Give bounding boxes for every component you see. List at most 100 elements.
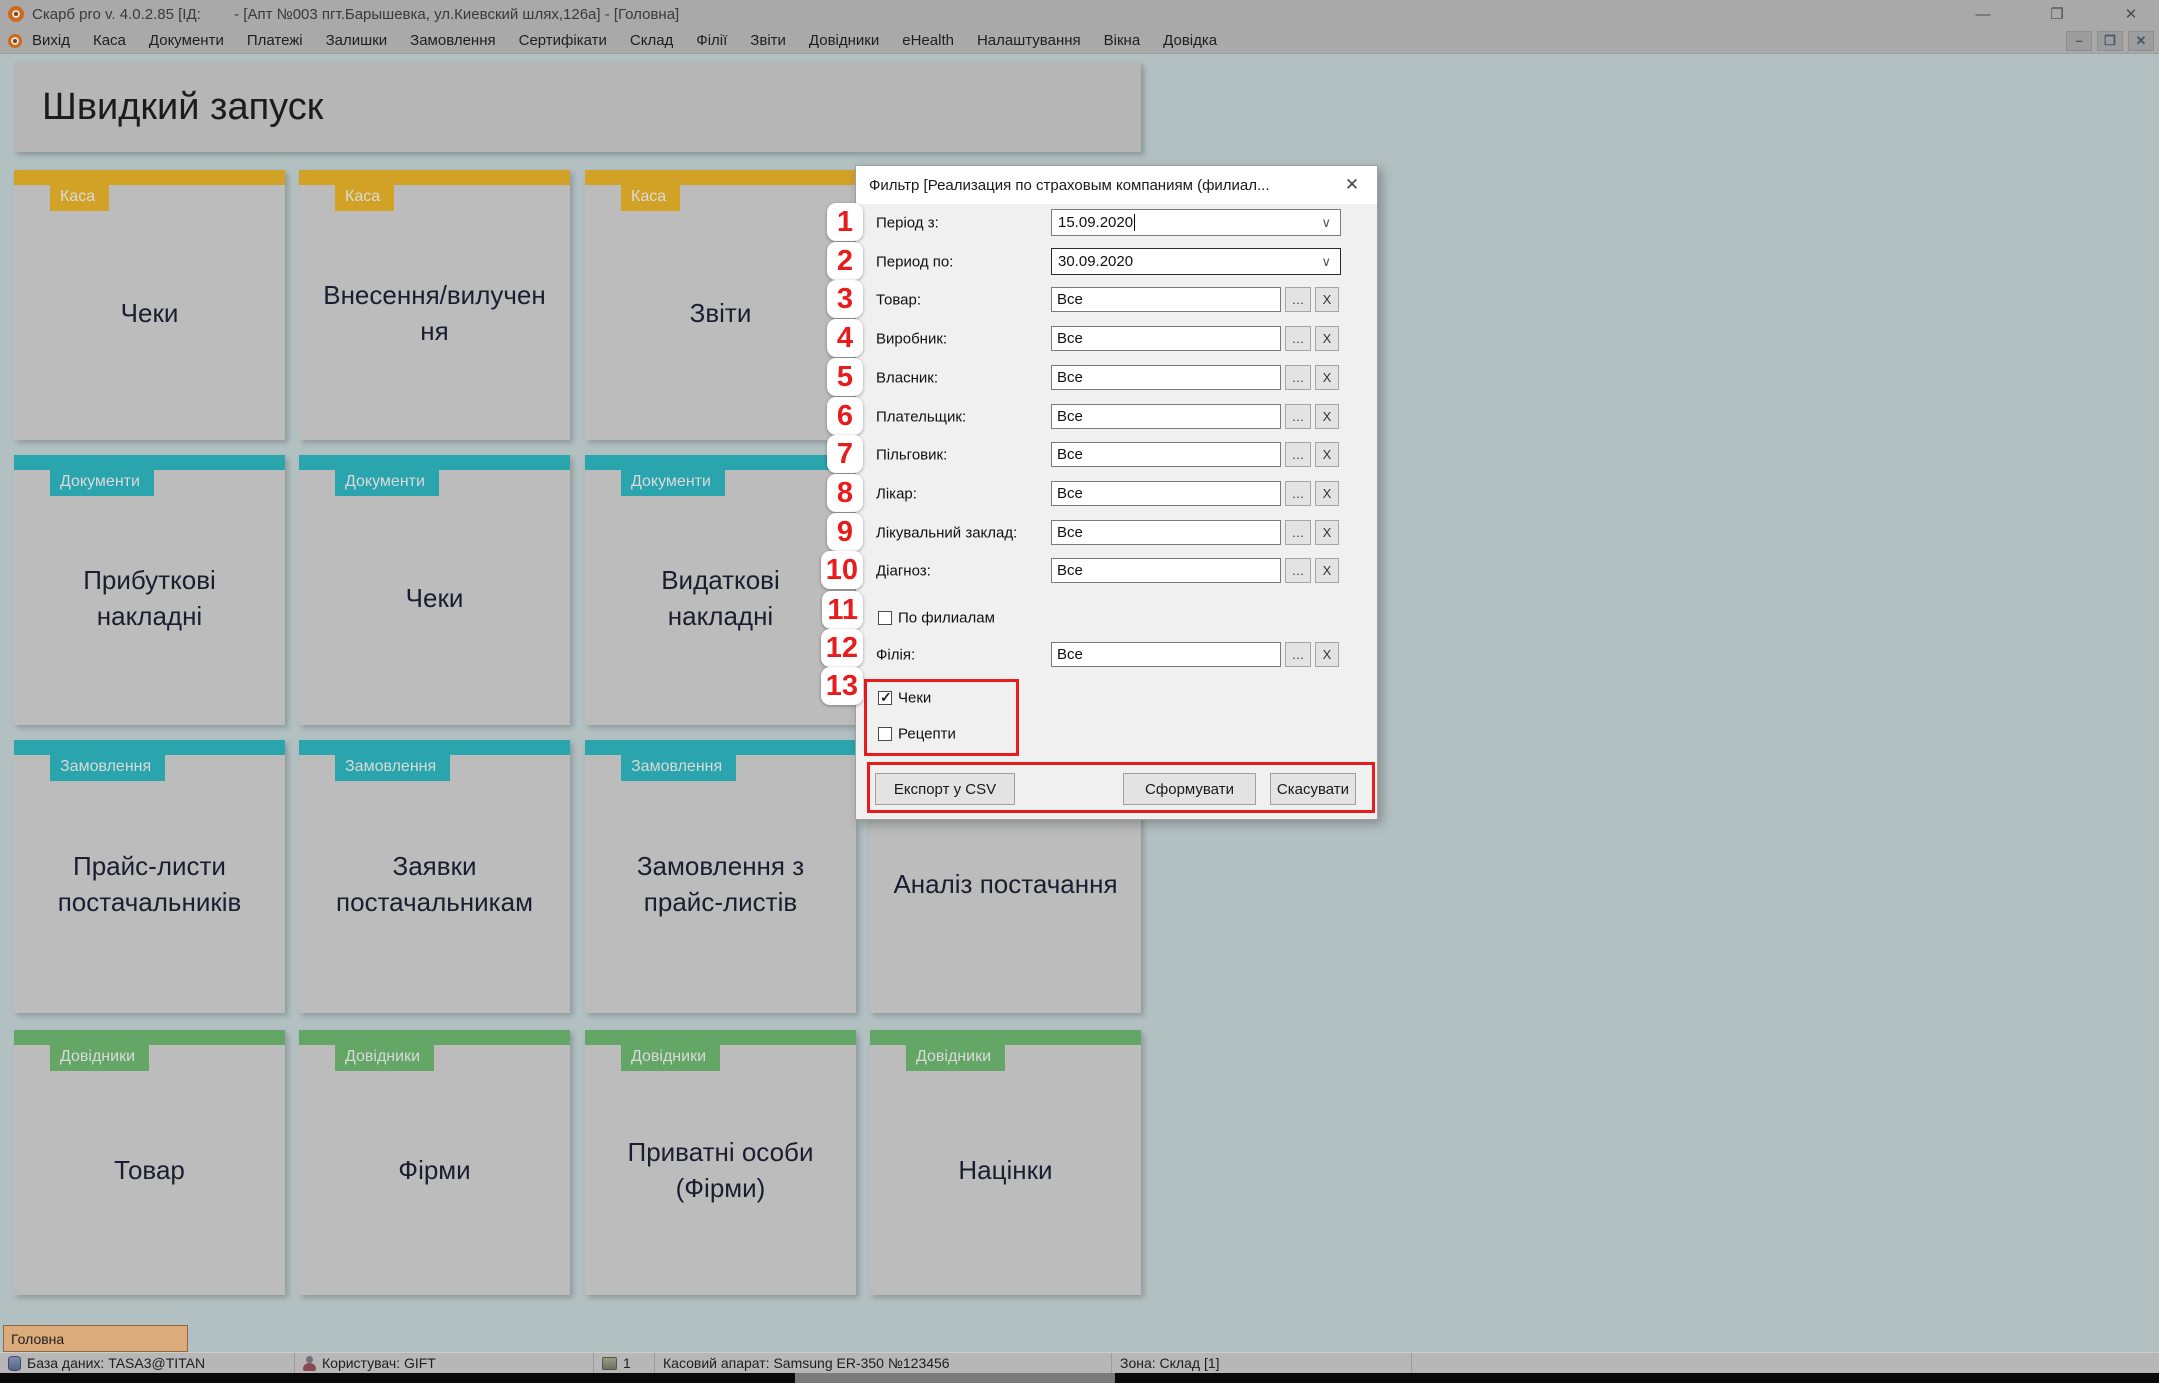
menu-item-8[interactable]: Склад [630, 32, 673, 49]
dialog-close-icon[interactable]: ✕ [1339, 174, 1365, 196]
lookup-input[interactable] [1051, 365, 1281, 390]
status-bar: База даних: TASA3@TITAN Користувач: GIFT1… [0, 1352, 2159, 1373]
minimize-button[interactable]: — [1969, 6, 1997, 23]
tile-title: Заявки постачальникам [299, 755, 570, 1013]
tile-13[interactable]: ДовідникиПриватні особи (Фірми) [585, 1030, 856, 1295]
status-section-2: Користувач: GIFT [295, 1353, 594, 1373]
lookup-clear-button[interactable]: X [1315, 642, 1339, 667]
annotation-number-11: 11 [822, 591, 863, 629]
lookup-input[interactable] [1051, 442, 1281, 467]
status-section-4: Касовий апарат: Samsung ER-350 №123456 [655, 1353, 1112, 1373]
tile-category-bar [14, 1030, 285, 1045]
tile-7[interactable]: ЗамовленняПрайс-листи постачальників [14, 740, 285, 1013]
chevron-down-icon[interactable]: ∨ [1321, 215, 1331, 231]
window-controls: — ❐ ✕ [1969, 0, 2145, 28]
tile-2[interactable]: КасаВнесення/вилучен ня [299, 170, 570, 440]
tile-category-bar [870, 1030, 1141, 1045]
date-combo[interactable]: 30.09.2020 ∨ [1051, 248, 1341, 275]
lookup-input[interactable] [1051, 481, 1281, 506]
menu-item-12[interactable]: eHealth [902, 32, 954, 49]
tile-title: Чеки [14, 185, 285, 440]
app-window: { "window": { "title": "Скарб pro v. 4.0… [0, 0, 2159, 1383]
menu-item-3[interactable]: Документи [149, 32, 224, 49]
annotation-number-1: 1 [827, 203, 863, 241]
lookup-input[interactable] [1051, 520, 1281, 545]
tile-3[interactable]: КасаЗвіти [585, 170, 856, 440]
lookup-clear-button[interactable]: X [1315, 287, 1339, 312]
lookup-browse-button[interactable]: … [1285, 365, 1311, 390]
lookup-clear-button[interactable]: X [1315, 442, 1339, 467]
tab-golovna[interactable]: Головна [3, 1325, 188, 1352]
date-combo[interactable]: 15.09.2020∨ [1051, 209, 1341, 236]
annotation-number-3: 3 [827, 280, 863, 318]
field-label: Період з: [876, 215, 939, 232]
lookup-input[interactable] [1051, 404, 1281, 429]
mdi-restore-button[interactable]: ❐ [2097, 31, 2123, 51]
lookup-input[interactable] [1051, 287, 1281, 312]
menu-item-4[interactable]: Платежі [247, 32, 303, 49]
menu-item-10[interactable]: Звіти [750, 32, 786, 49]
date-value: 30.09.2020 [1058, 253, 1133, 270]
mdi-minimize-button[interactable]: – [2066, 31, 2092, 51]
lookup-browse-button[interactable]: … [1285, 642, 1311, 667]
menu-item-15[interactable]: Довідка [1163, 32, 1217, 49]
lookup-browse-button[interactable]: … [1285, 326, 1311, 351]
field-label: Власник: [876, 370, 938, 387]
annotation-number-4: 4 [827, 319, 863, 357]
menu-item-7[interactable]: Сертифікати [519, 32, 607, 49]
bottom-edge-strip [0, 1373, 2159, 1383]
lookup-clear-button[interactable]: X [1315, 558, 1339, 583]
tile-1[interactable]: КасаЧеки [14, 170, 285, 440]
lookup-browse-button[interactable]: … [1285, 442, 1311, 467]
lookup-clear-button[interactable]: X [1315, 520, 1339, 545]
annotation-number-7: 7 [827, 435, 863, 473]
lookup-clear-button[interactable]: X [1315, 404, 1339, 429]
tile-14[interactable]: ДовідникиНацінки [870, 1030, 1141, 1295]
close-button[interactable]: ✕ [2117, 5, 2145, 23]
tile-12[interactable]: ДовідникиФірми [299, 1030, 570, 1295]
lookup-clear-button[interactable]: X [1315, 365, 1339, 390]
field-label: Товар: [876, 292, 921, 309]
dialog-titlebar[interactable]: Фильтр [Реализация по страховым компания… [856, 166, 1377, 204]
menu-item-11[interactable]: Довідники [809, 32, 879, 49]
chevron-down-icon[interactable]: ∨ [1321, 254, 1331, 270]
lookup-browse-button[interactable]: … [1285, 481, 1311, 506]
menu-item-2[interactable]: Каса [93, 32, 126, 49]
lookup-input[interactable] [1051, 326, 1281, 351]
menu-item-6[interactable]: Замовлення [410, 32, 495, 49]
mdi-window-controls: –❐✕ [2066, 31, 2154, 51]
status-section-3: 1 [594, 1353, 655, 1373]
lookup-browse-button[interactable]: … [1285, 287, 1311, 312]
lookup-browse-button[interactable]: … [1285, 404, 1311, 429]
tile-6[interactable]: ДокументиВидаткові накладні [585, 455, 856, 725]
menu-item-1[interactable]: Вихід [32, 32, 70, 49]
tile-category-bar [14, 455, 285, 470]
mdi-close-button[interactable]: ✕ [2128, 31, 2154, 51]
tile-category-bar [585, 170, 856, 185]
menu-item-9[interactable]: Філії [696, 32, 727, 49]
tile-5[interactable]: ДокументиЧеки [299, 455, 570, 725]
quick-launch-header: Швидкий запуск [14, 62, 1141, 152]
lookup-browse-button[interactable]: … [1285, 558, 1311, 583]
lookup-clear-button[interactable]: X [1315, 326, 1339, 351]
checkbox-по филиалам[interactable] [878, 611, 892, 625]
menu-item-5[interactable]: Залишки [326, 32, 388, 49]
lookup-input[interactable] [1051, 558, 1281, 583]
menu-item-14[interactable]: Вікна [1104, 32, 1141, 49]
tab-golovna-label: Головна [11, 1331, 64, 1347]
tile-11[interactable]: ДовідникиТовар [14, 1030, 285, 1295]
lookup-clear-button[interactable]: X [1315, 481, 1339, 506]
tile-8[interactable]: ЗамовленняЗаявки постачальникам [299, 740, 570, 1013]
field-label: Период по: [876, 254, 953, 271]
tile-9[interactable]: ЗамовленняЗамовлення з прайс-листів [585, 740, 856, 1013]
field-label: Лікувальний заклад: [876, 525, 1017, 542]
menu-items: Вихід Каса Документи Платежі Залишки Замовлен… [32, 32, 1240, 49]
status-text: База даних: TASA3@TITAN [27, 1355, 205, 1371]
restore-button[interactable]: ❐ [2043, 5, 2071, 23]
menu-item-13[interactable]: Налаштування [977, 32, 1081, 49]
lookup-input[interactable] [1051, 642, 1281, 667]
tile-4[interactable]: ДокументиПрибуткові накладні [14, 455, 285, 725]
annotation-number-9: 9 [827, 513, 863, 551]
annotation-box-checkboxes [864, 679, 1019, 756]
lookup-browse-button[interactable]: … [1285, 520, 1311, 545]
